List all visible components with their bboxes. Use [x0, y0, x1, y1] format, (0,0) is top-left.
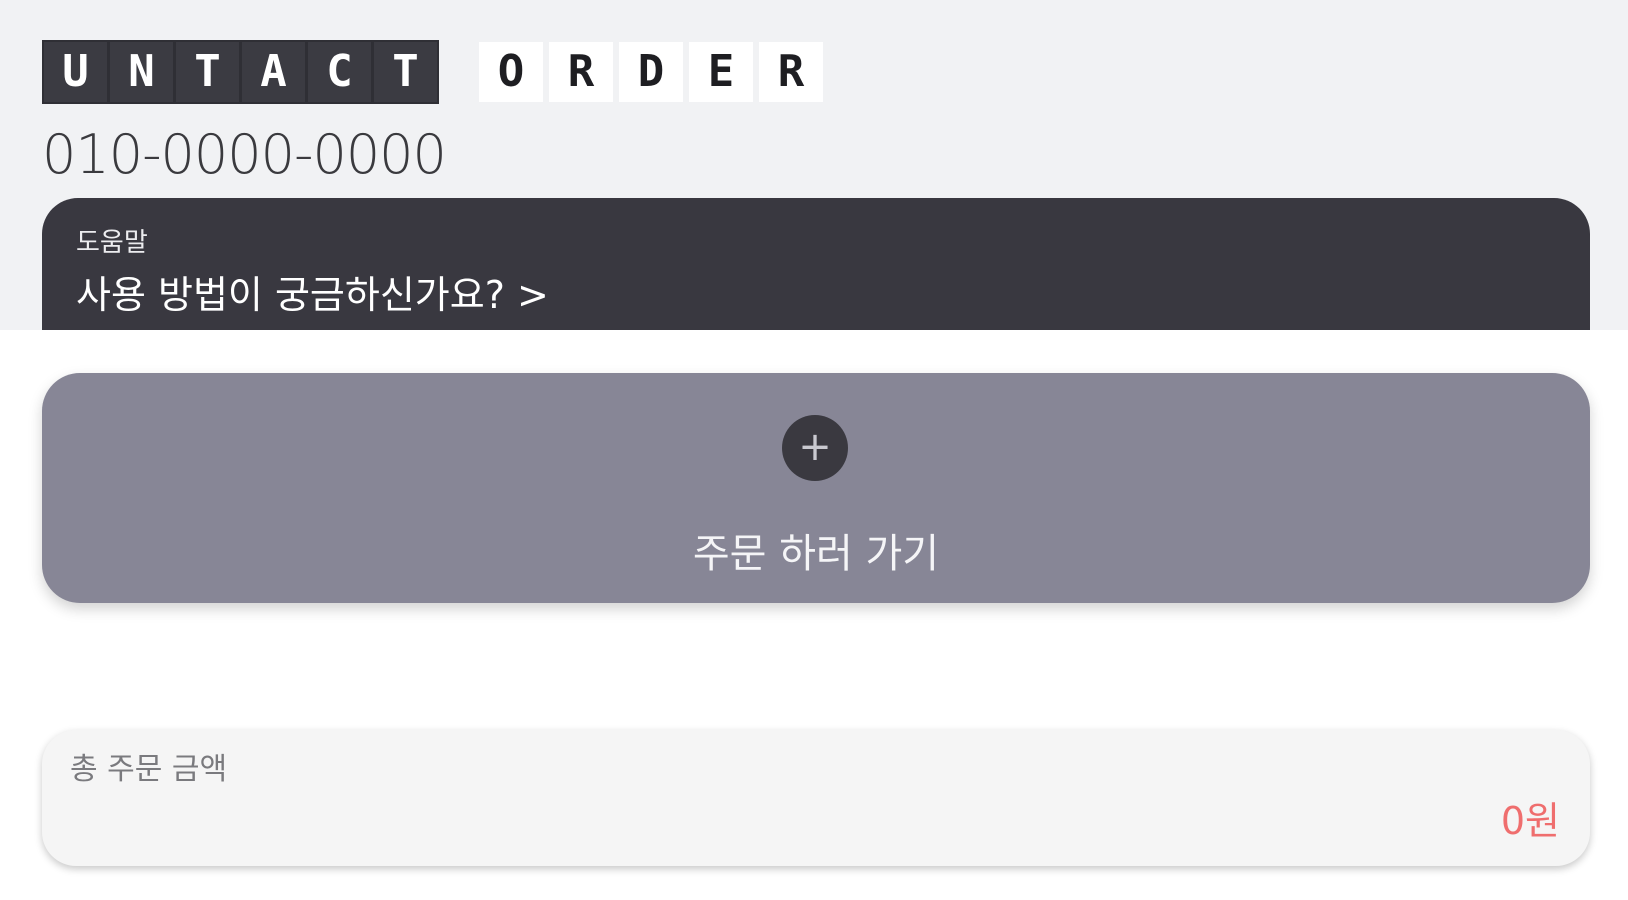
- logo-letter: N: [110, 42, 173, 102]
- logo-letter: R: [759, 42, 823, 102]
- go-to-order-label: 주문 하러 가기: [692, 531, 940, 577]
- plus-icon: +: [782, 415, 848, 481]
- total-amount-card: 총 주문 금액 0원: [42, 730, 1590, 866]
- logo-order: O R D E R: [479, 42, 823, 102]
- logo-letter: C: [308, 42, 371, 102]
- logo-letter: E: [689, 42, 753, 102]
- go-to-order-button[interactable]: + 주문 하러 가기: [42, 373, 1590, 603]
- app-logo: U N T A C T O R D E R: [42, 40, 823, 104]
- logo-letter: A: [242, 42, 305, 102]
- help-label: 도움말: [76, 228, 148, 258]
- logo-letter: D: [619, 42, 683, 102]
- logo-letter: O: [479, 42, 543, 102]
- phone-number: 010-0000-0000: [42, 123, 447, 186]
- logo-untact: U N T A C T: [42, 40, 439, 104]
- total-amount-value: 0원: [1500, 799, 1560, 843]
- logo-letter: R: [549, 42, 613, 102]
- logo-letter: U: [44, 42, 107, 102]
- help-card[interactable]: 도움말 사용 방법이 궁금하신가요? >: [42, 198, 1590, 330]
- logo-letter: T: [374, 42, 437, 102]
- help-link[interactable]: 사용 방법이 궁금하신가요? >: [76, 264, 549, 319]
- total-amount-label: 총 주문 금액: [70, 752, 228, 787]
- logo-letter: T: [176, 42, 239, 102]
